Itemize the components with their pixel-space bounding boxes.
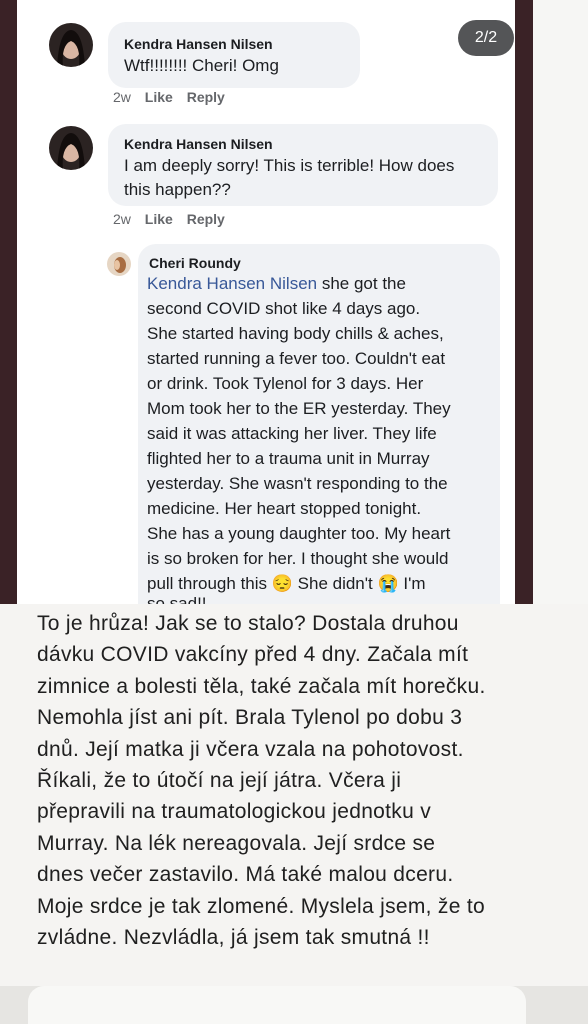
comment-text-line: started running a fever too. Couldn't ea… xyxy=(147,349,446,368)
comment-text-fragment: I'm xyxy=(398,574,426,593)
translation-line: Murray. Na lék nereagovala. Její srdce s… xyxy=(37,831,436,855)
comment-author[interactable]: Cheri Roundy xyxy=(149,255,241,271)
translation-line: Nemohla jíst ani pít. Brala Tylenol po d… xyxy=(37,706,463,730)
translation-caption: To je hrůza! Jak se to stalo? Dostala dr… xyxy=(0,604,588,1024)
pensive-face-emoji-icon: 😔 xyxy=(271,574,293,593)
comment-text-fragment: she got the xyxy=(317,274,406,293)
comment-text-line: She started having body chills & aches, xyxy=(147,324,444,343)
translation-line: To je hrůza! Jak se to stalo? Dostala dr… xyxy=(37,612,459,635)
reply-button[interactable]: Reply xyxy=(187,89,225,105)
comment-author[interactable]: Kendra Hansen Nilsen xyxy=(124,136,273,152)
comment-author[interactable]: Kendra Hansen Nilsen xyxy=(124,36,273,52)
avatar[interactable] xyxy=(49,23,93,67)
comment-text: Wtf!!!!!!!! Cheri! Omg xyxy=(124,56,279,75)
translation-line: zimnice a bolesti těla, také začala mít … xyxy=(37,674,486,698)
translation-line: zvládne. Nezvládla, já jsem tak smutná !… xyxy=(37,926,430,950)
like-button[interactable]: Like xyxy=(145,89,173,105)
comment-text-line: Kendra Hansen Nilsen she got the xyxy=(147,272,406,296)
comments-panel: Kendra Hansen Nilsen Wtf!!!!!!!! Cheri! … xyxy=(17,0,515,604)
translation-line: přepravili na traumatologickou jednotku … xyxy=(37,800,432,824)
reply-button[interactable]: Reply xyxy=(187,211,225,227)
translation-line: dnes večer zastavilo. Má také malou dcer… xyxy=(37,863,454,887)
translation-text: To je hrůza! Jak se to stalo? Dostala dr… xyxy=(37,608,577,953)
left-border-bar xyxy=(0,0,17,604)
next-card-edge xyxy=(28,986,526,1024)
comment-actions: 2w Like Reply xyxy=(113,89,235,105)
comment-text-line: She has a young daughter too. My heart xyxy=(147,524,451,543)
right-margin xyxy=(533,0,588,604)
translation-line: Říkali, že to útočí na její játra. Včera… xyxy=(37,769,402,793)
comment-text-line: or drink. Took Tylenol for 3 days. Her xyxy=(147,374,424,393)
comment-text-fragment: pull through this xyxy=(147,574,272,593)
comment-text-line: said it was attacking her liver. They li… xyxy=(147,424,437,443)
facebook-comments-screenshot: Kendra Hansen Nilsen Wtf!!!!!!!! Cheri! … xyxy=(0,0,588,604)
comment-text-line: so sad!! xyxy=(147,594,207,604)
mention-link[interactable]: Kendra Hansen Nilsen xyxy=(147,274,317,293)
profile-photo-icon xyxy=(107,252,131,276)
comment-text-line: yesterday. She wasn't responding to the xyxy=(147,474,448,493)
avatar[interactable] xyxy=(107,252,131,276)
profile-photo-icon xyxy=(49,126,93,170)
comment-actions: 2w Like Reply xyxy=(113,211,235,227)
comment-text-line: flighted her to a trauma unit in Murray xyxy=(147,449,430,468)
avatar[interactable] xyxy=(49,126,93,170)
comment-text-line: second COVID shot like 4 days ago. xyxy=(147,299,421,318)
comment-text-line: I am deeply sorry! This is terrible! How… xyxy=(124,156,455,175)
comment-timestamp[interactable]: 2w xyxy=(113,211,131,227)
profile-photo-icon xyxy=(49,23,93,67)
comment-text-line: medicine. Her heart stopped tonight. xyxy=(147,499,422,518)
right-border-bar xyxy=(515,0,533,604)
bottom-strip xyxy=(0,986,588,1024)
like-button[interactable]: Like xyxy=(145,211,173,227)
translation-line: dávku COVID vakcíny před 4 dny. Začala m… xyxy=(37,643,469,667)
translation-line: dnů. Její matka ji včera vzala na pohoto… xyxy=(37,737,464,761)
image-counter-badge: 2/2 xyxy=(458,20,514,56)
comment-text-line: is so broken for her. I thought she woul… xyxy=(147,549,449,568)
comment-timestamp[interactable]: 2w xyxy=(113,89,131,105)
comment-text-fragment: She didn't xyxy=(292,574,378,593)
comment-text-line: this happen?? xyxy=(124,180,231,199)
translation-line: Moje srdce je tak zlomené. Myslela jsem,… xyxy=(37,894,485,918)
crying-face-emoji-icon: 😭 xyxy=(377,574,399,593)
comment-text-line: Mom took her to the ER yesterday. They xyxy=(147,399,451,418)
